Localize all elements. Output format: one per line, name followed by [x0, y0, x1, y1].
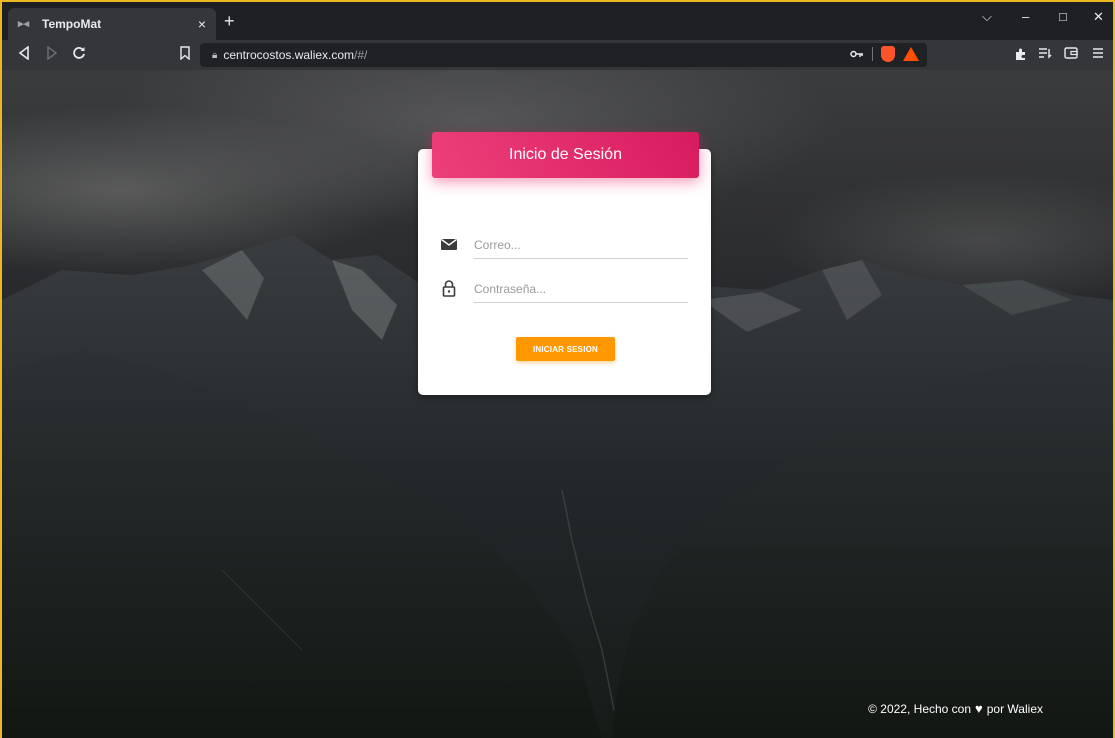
footer-prefix: © 2022, Hecho con — [868, 701, 972, 716]
maximize-button[interactable]: □ — [1059, 9, 1067, 24]
email-icon — [440, 235, 458, 253]
back-button[interactable] — [18, 45, 30, 63]
tab-title: TempoMat — [42, 17, 102, 31]
login-title: Inicio de Sesión — [509, 146, 622, 163]
email-field-group — [440, 229, 688, 259]
bookmark-button[interactable] — [179, 46, 191, 63]
minimize-button[interactable]: – — [1022, 9, 1029, 24]
separator — [872, 47, 873, 61]
page-footer: © 2022, Hecho con ♥ por Waliex — [868, 701, 1043, 716]
address-bar[interactable]: 🔒︎ centrocostos.waliex.com /#/ — [200, 43, 927, 67]
back-icon — [18, 45, 29, 61]
email-input[interactable] — [474, 229, 688, 259]
lock-icon: 🔒︎ — [212, 49, 218, 61]
heart-icon: ♥ — [975, 701, 983, 716]
forward-button[interactable] — [46, 45, 58, 63]
extensions-icon[interactable] — [1014, 47, 1028, 64]
footer-suffix: por Waliex — [986, 701, 1043, 716]
reload-button[interactable] — [72, 46, 86, 63]
browser-window: ▸◂ TempoMat × + ⌵ – □ ✕ 🔒︎ centrocostos.… — [0, 0, 1115, 738]
password-field-group — [440, 273, 688, 303]
reading-list-icon[interactable] — [1038, 47, 1052, 62]
browser-toolbar: 🔒︎ centrocostos.waliex.com /#/ — [2, 40, 1113, 70]
forward-icon — [47, 45, 58, 61]
url-host: centrocostos.waliex.com — [223, 48, 355, 62]
login-card-header: Inicio de Sesión — [432, 132, 699, 178]
password-key-icon[interactable] — [850, 47, 864, 61]
reload-icon — [73, 47, 85, 59]
tab-tempomat[interactable]: ▸◂ TempoMat × — [8, 8, 216, 40]
tab-search-dropdown-icon[interactable]: ⌵ — [982, 9, 992, 25]
brave-shields-icon[interactable] — [881, 46, 895, 62]
tab-close-icon[interactable]: × — [198, 16, 206, 32]
login-button[interactable]: INICIAR SESION — [516, 337, 615, 361]
close-window-button[interactable]: ✕ — [1093, 9, 1104, 25]
password-input[interactable] — [474, 273, 688, 303]
url-path: /#/ — [354, 48, 368, 62]
bookmark-icon — [180, 46, 190, 61]
new-tab-button[interactable]: + — [224, 12, 235, 30]
menu-icon[interactable] — [1092, 47, 1104, 62]
lock-icon — [440, 279, 458, 297]
site-favicon-icon: ▸◂ — [18, 18, 30, 30]
tab-bar: ▸◂ TempoMat × + ⌵ – □ ✕ — [2, 2, 1113, 40]
address-bar-icons — [850, 46, 919, 62]
wallet-icon[interactable] — [1064, 47, 1078, 62]
brave-rewards-icon[interactable] — [903, 47, 919, 61]
